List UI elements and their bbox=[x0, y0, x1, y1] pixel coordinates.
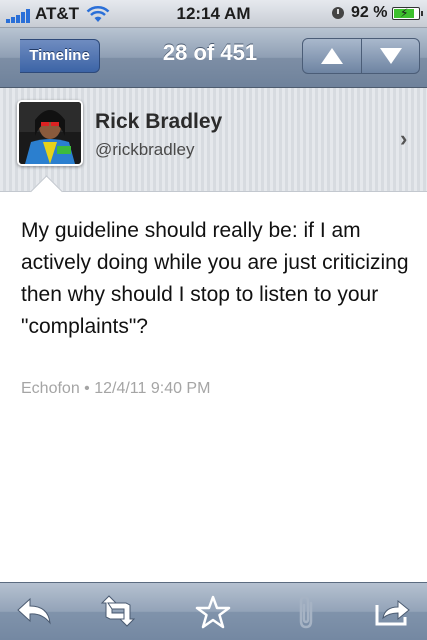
up-arrow-icon bbox=[321, 48, 343, 64]
tweet-text: My guideline should really be: if I am a… bbox=[21, 219, 409, 338]
next-tweet-button[interactable] bbox=[362, 39, 419, 73]
chevron-right-icon: › bbox=[400, 126, 408, 151]
share-icon bbox=[375, 599, 410, 626]
profile-header[interactable]: Rick Bradley @rickbradley › bbox=[0, 88, 427, 192]
battery-icon: ⚡ bbox=[392, 6, 423, 20]
previous-tweet-button[interactable] bbox=[303, 39, 362, 73]
profile-name: Rick Bradley bbox=[95, 110, 223, 133]
down-arrow-icon bbox=[380, 48, 402, 64]
battery-percent: 92 % bbox=[351, 4, 388, 21]
bottom-toolbar bbox=[0, 582, 427, 640]
tweet-meta: Echofon • 12/4/11 9:40 PM bbox=[21, 380, 211, 397]
clock-icon bbox=[332, 7, 344, 19]
avatar[interactable] bbox=[17, 100, 83, 166]
prev-next-control bbox=[302, 38, 420, 74]
retweet-button[interactable] bbox=[98, 595, 138, 629]
profile-handle: @rickbradley bbox=[95, 140, 195, 159]
favorite-button[interactable] bbox=[193, 595, 233, 629]
nav-title: 28 of 451 bbox=[162, 40, 258, 65]
retweet-icon bbox=[100, 595, 136, 627]
reply-button[interactable] bbox=[14, 595, 54, 629]
reply-icon bbox=[17, 597, 51, 625]
status-bar: AT&T 12:14 AM 92 % ⚡ bbox=[0, 0, 427, 28]
timeline-back-button[interactable]: Timeline bbox=[20, 39, 100, 73]
attach-icon bbox=[299, 595, 313, 629]
nav-bar: Timeline 28 of 451 bbox=[0, 28, 427, 88]
favorite-icon bbox=[195, 595, 231, 629]
share-button[interactable] bbox=[373, 595, 413, 629]
attach-button bbox=[287, 595, 327, 629]
